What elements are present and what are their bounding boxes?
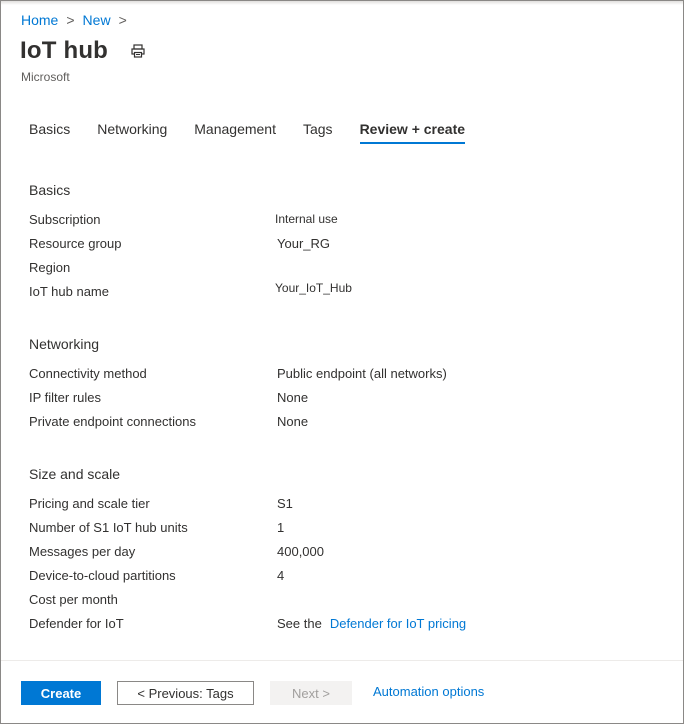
breadcrumb-separator: > xyxy=(66,12,75,28)
defender-for-iot-pricing-link[interactable]: Defender for IoT pricing xyxy=(330,616,466,631)
row-label: IP filter rules xyxy=(29,390,102,405)
tab-management[interactable]: Management xyxy=(194,121,276,144)
summary-row: IP filter rules None xyxy=(29,390,669,410)
row-label: Resource group xyxy=(29,236,122,251)
breadcrumb: Home > New > xyxy=(21,12,135,28)
tab-basics[interactable]: Basics xyxy=(29,121,70,144)
summary-row: Messages per day 400,000 xyxy=(29,544,669,564)
next-button: Next > xyxy=(270,681,352,705)
row-label: Pricing and scale tier xyxy=(29,496,150,511)
summary-row: Subscription Internal use xyxy=(29,212,669,232)
defender-prefix-text: See the xyxy=(277,616,322,631)
tab-networking[interactable]: Networking xyxy=(97,121,167,144)
section-heading-basics: Basics xyxy=(29,182,71,198)
row-label: Defender for IoT xyxy=(29,616,124,631)
publisher-name: Microsoft xyxy=(21,70,70,84)
row-label: Cost per month xyxy=(29,592,118,607)
row-value: Internal use xyxy=(275,212,338,226)
summary-row: Pricing and scale tier S1 xyxy=(29,496,669,516)
tab-tags[interactable]: Tags xyxy=(303,121,333,144)
top-shadow xyxy=(1,1,683,5)
summary-row: Connectivity method Public endpoint (all… xyxy=(29,366,669,386)
row-value: S1 xyxy=(277,496,293,511)
summary-row: Cost per month xyxy=(29,592,669,612)
breadcrumb-separator: > xyxy=(118,12,127,28)
tab-review-create[interactable]: Review + create xyxy=(359,121,466,144)
page-title: IoT hub xyxy=(20,37,109,64)
row-value: 400,000 xyxy=(277,544,324,559)
row-value: Public endpoint (all networks) xyxy=(277,366,447,381)
summary-row: Private endpoint connections None xyxy=(29,414,669,434)
row-label: Subscription xyxy=(29,212,101,227)
row-label: Messages per day xyxy=(29,544,136,559)
row-value: Your_IoT_Hub xyxy=(275,281,352,295)
summary-row: Resource group Your_RG xyxy=(29,236,669,256)
section-heading-networking: Networking xyxy=(29,336,100,352)
iot-hub-review-create-blade: Home > New > IoT hub Microsoft Basics Ne… xyxy=(0,0,684,724)
create-button[interactable]: Create xyxy=(21,681,101,705)
row-value: 1 xyxy=(277,520,285,535)
automation-options-link[interactable]: Automation options xyxy=(373,684,484,699)
row-value: 4 xyxy=(277,568,285,583)
row-label: Private endpoint connections xyxy=(29,414,196,429)
summary-row: IoT hub name Your_IoT_Hub xyxy=(29,281,669,304)
row-label: Number of S1 IoT hub units xyxy=(29,520,188,535)
breadcrumb-home-link[interactable]: Home xyxy=(21,12,58,28)
row-label: Region xyxy=(29,260,71,275)
breadcrumb-new-link[interactable]: New xyxy=(83,12,111,28)
tab-strip: Basics Networking Management Tags Review… xyxy=(29,121,492,144)
summary-row: Defender for IoT See the Defender for IoT… xyxy=(29,616,669,636)
print-icon[interactable] xyxy=(130,43,146,59)
title-row: IoT hub xyxy=(20,37,146,65)
summary-row: Number of S1 IoT hub units 1 xyxy=(29,520,669,540)
row-value: None xyxy=(277,390,309,405)
row-label: Device-to-cloud partitions xyxy=(29,568,176,583)
summary-row: Device-to-cloud partitions 4 xyxy=(29,568,669,588)
row-value: See the Defender for IoT pricing xyxy=(277,616,466,631)
footer-divider xyxy=(1,660,683,661)
row-label: Connectivity method xyxy=(29,366,147,381)
row-label: IoT hub name xyxy=(29,284,109,299)
row-value: None xyxy=(277,414,309,429)
row-value: Your_RG xyxy=(277,236,330,251)
section-heading-size-and-scale: Size and scale xyxy=(29,466,121,482)
summary-row: Region xyxy=(29,260,669,280)
previous-button[interactable]: < Previous: Tags xyxy=(117,681,254,705)
